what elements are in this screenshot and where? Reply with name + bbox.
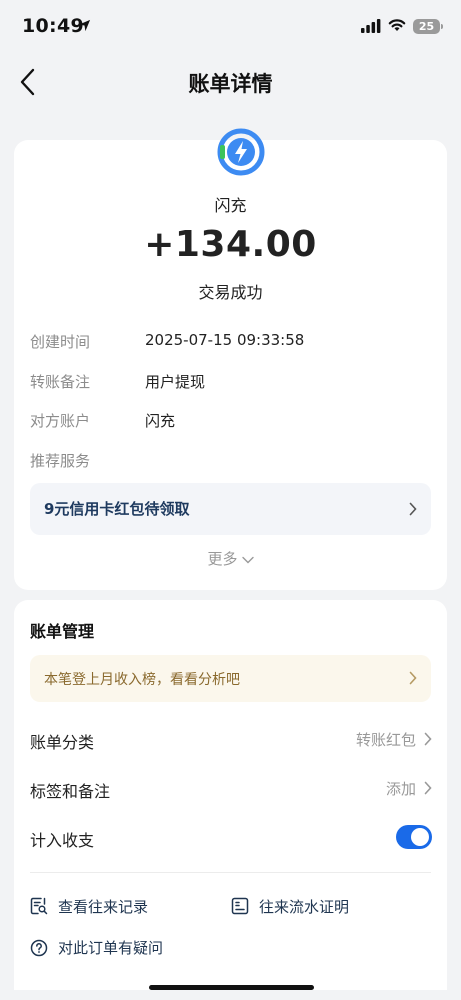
transfer-note-value: 用户提现 (145, 373, 206, 391)
location-arrow-icon (78, 19, 91, 32)
cellular-signal-icon (361, 19, 381, 33)
battery-tip (441, 24, 443, 29)
bill-category-value: 转账红包 (355, 731, 416, 749)
chevron-right-icon (409, 502, 417, 516)
merchant-name: 闪充 (214, 196, 247, 215)
question-circle-icon (30, 939, 48, 957)
wifi-icon (388, 19, 406, 31)
statement-proof-link[interactable]: 往来流水证明 (259, 896, 349, 917)
created-time-value: 2025-07-15 09:33:58 (145, 331, 305, 349)
chevron-right-icon (409, 671, 417, 685)
tags-notes-label: 标签和备注 (30, 782, 111, 801)
created-time-label: 创建时间 (30, 333, 91, 351)
status-time: 10:49 (22, 15, 84, 37)
analysis-tip-text: 本笔登上月收入榜，看看分析吧 (44, 672, 240, 688)
more-button[interactable]: 更多 (0, 548, 461, 569)
promo-text: 9元信用卡红包待领取 (44, 500, 190, 518)
transaction-status: 交易成功 (198, 283, 263, 302)
order-question-link[interactable]: 对此订单有疑问 (58, 937, 163, 958)
battery-level: 25 (418, 20, 435, 33)
credit-card-promo-banner[interactable]: 9元信用卡红包待领取 (30, 483, 431, 535)
statement-proof-icon (231, 897, 249, 915)
page-title: 账单详情 (188, 72, 273, 96)
search-record-icon (30, 897, 48, 915)
status-bar: 10:49 25 (0, 0, 461, 56)
chevron-right-icon (424, 781, 432, 795)
income-analysis-banner[interactable]: 本笔登上月收入榜，看看分析吧 (30, 655, 431, 702)
chevron-down-icon (241, 556, 254, 563)
section-title: 账单管理 (30, 622, 95, 641)
bill-category-label: 账单分类 (30, 733, 95, 752)
merchant-logo-icon (217, 128, 265, 176)
counterparty-label: 对方账户 (30, 412, 91, 430)
recommended-services-label: 推荐服务 (30, 452, 91, 470)
divider (30, 872, 431, 873)
transfer-note-label: 转账备注 (30, 373, 91, 391)
home-indicator (149, 985, 314, 990)
battery-icon: 25 (413, 19, 440, 34)
more-label: 更多 (207, 550, 238, 568)
counterparty-value: 闪充 (145, 412, 176, 430)
transaction-amount: +134.00 (144, 224, 317, 265)
include-income-label: 计入收支 (30, 831, 95, 850)
view-history-link[interactable]: 查看往来记录 (58, 896, 148, 917)
include-income-toggle[interactable] (396, 825, 432, 849)
toggle-knob (411, 828, 429, 846)
tags-notes-value: 添加 (385, 780, 416, 798)
chevron-right-icon (424, 732, 432, 746)
